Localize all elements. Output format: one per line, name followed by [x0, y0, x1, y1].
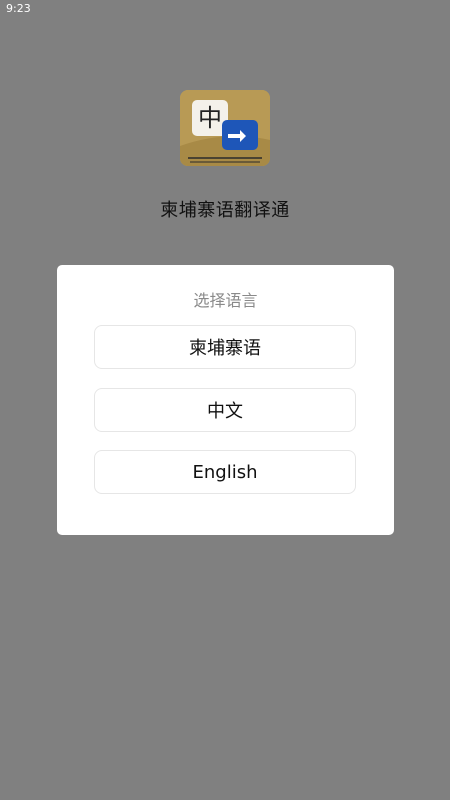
language-option-chinese[interactable]: 中文	[94, 388, 356, 432]
status-bar: 9:23	[0, 0, 450, 18]
language-dialog: 选择语言 柬埔寨语 中文 English	[57, 265, 394, 535]
language-option-khmer[interactable]: 柬埔寨语	[94, 325, 356, 369]
language-option-english[interactable]: English	[94, 450, 356, 494]
status-time: 9:23	[6, 2, 31, 15]
logo-glyph: 中	[198, 104, 222, 132]
app-logo-icon: 中	[180, 90, 270, 166]
app-title: 柬埔寨语翻译通	[160, 200, 290, 221]
dialog-title: 选择语言	[193, 291, 258, 310]
